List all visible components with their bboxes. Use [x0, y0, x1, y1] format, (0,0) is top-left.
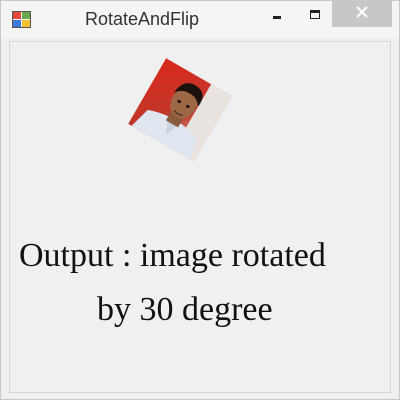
close-button[interactable]: [332, 1, 392, 27]
close-icon: [356, 5, 368, 23]
window-title: RotateAndFlip: [85, 9, 200, 29]
output-caption-line1: Output : image rotated: [19, 237, 326, 274]
maximize-icon: [310, 9, 320, 19]
minimize-icon: [273, 15, 281, 19]
output-caption-line2: by 30 degree: [97, 291, 273, 328]
app-window: RotateAndFlip Output: image rotated by …: [0, 0, 400, 400]
minimize-button[interactable]: [263, 1, 291, 27]
windows-form-icon[interactable]: [12, 10, 32, 30]
title-bar[interactable]: RotateAndFlip: [1, 1, 399, 37]
maximize-button[interactable]: [301, 1, 329, 27]
rotated-photo: [116, 46, 244, 174]
